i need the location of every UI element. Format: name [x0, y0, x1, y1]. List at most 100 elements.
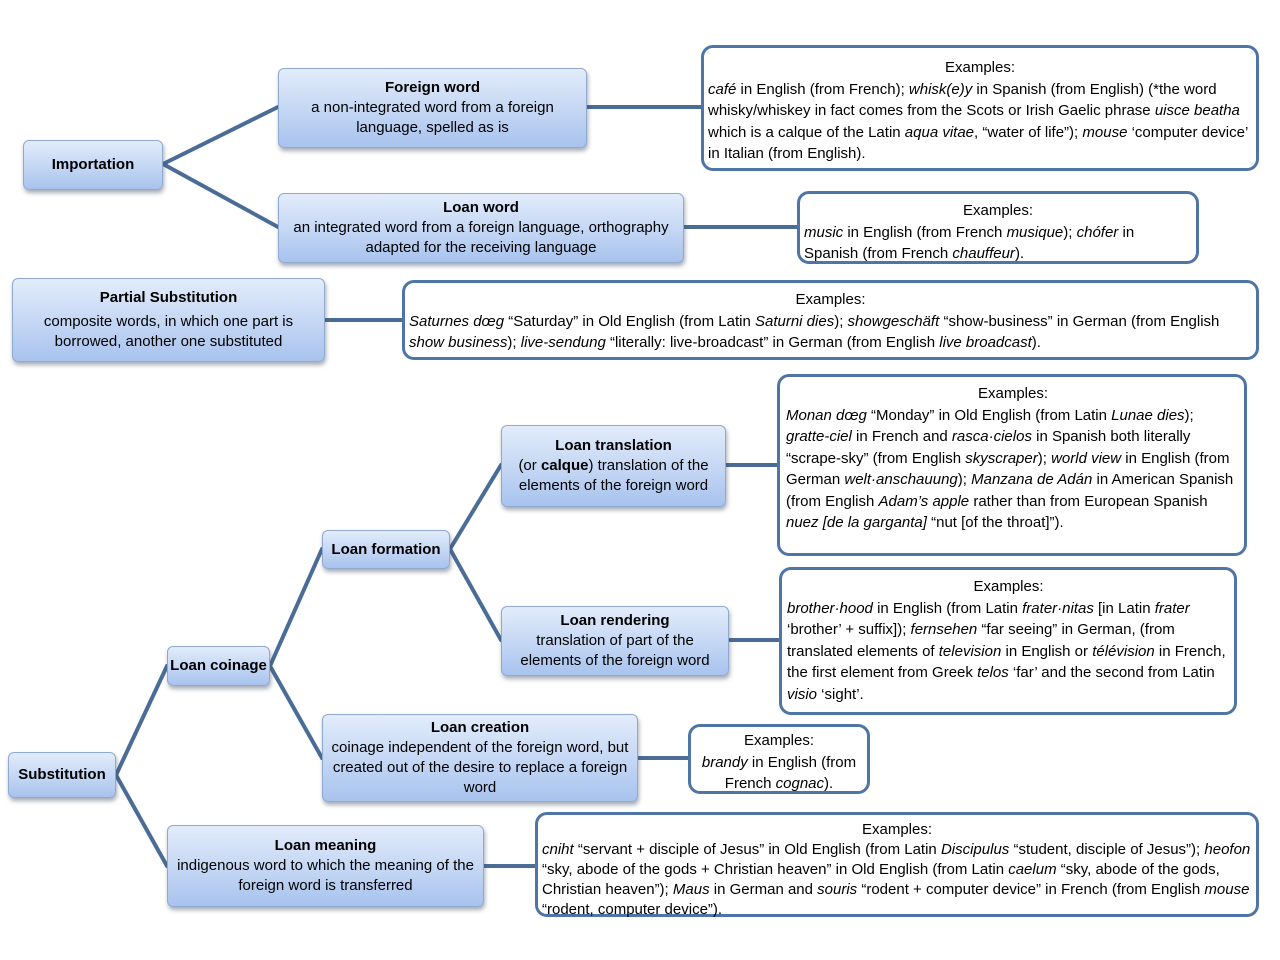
- node-loan-coinage: Loan coinage: [167, 646, 270, 686]
- examples-loan-translation: Examples: Monan dœg “Monday” in Old Engl…: [777, 374, 1247, 556]
- example-text: rather than from European Spanish: [969, 492, 1208, 510]
- node-loan-word: Loan word an integrated word from a fore…: [278, 193, 684, 263]
- example-text: in English (from Latin: [872, 599, 1023, 617]
- examples-text: café in English (from French); whisk(e)y…: [708, 79, 1252, 165]
- example-text: “sky, abode of the gods + Christian heav…: [542, 861, 1009, 878]
- node-loan-rendering-desc: translation of part of the elements of t…: [520, 632, 710, 669]
- node-loan-meaning-title: Loan meaning: [274, 837, 377, 854]
- example-term: caelum: [1008, 861, 1057, 878]
- example-text: );: [1037, 449, 1052, 467]
- node-foreign-word-title: Foreign word: [385, 79, 480, 96]
- node-partial-substitution-desc: composite words, in which one part is bo…: [43, 313, 294, 350]
- example-text: “show-business” in German (from English: [939, 312, 1220, 330]
- example-term: welt·anschauung: [844, 471, 958, 488]
- example-text: “literally: live-broadcast” in German (f…: [605, 334, 940, 351]
- examples-text: music in English (from French musique); …: [804, 222, 1192, 265]
- example-text: [in Latin: [1093, 599, 1155, 617]
- example-text: ‘far’ and the second from Latin: [1008, 664, 1215, 681]
- examples-foreign-word: Examples: café in English (from French);…: [701, 45, 1259, 171]
- example-text: ‘brother’ + suffix]);: [787, 621, 911, 638]
- examples-text: brother·hood in English (from Latin frat…: [787, 598, 1230, 706]
- example-term: musique: [1006, 223, 1064, 241]
- examples-loan-word: Examples: music in English (from French …: [797, 191, 1199, 264]
- examples-heading: Examples:: [973, 578, 1044, 595]
- example-term: world view: [1051, 449, 1122, 467]
- example-term: heofon: [1204, 841, 1251, 858]
- node-substitution-label: Substitution: [18, 766, 106, 783]
- example-text: “student, disciple of Jesus”);: [1009, 841, 1205, 858]
- examples-text: Saturnes dœg “Saturday” in Old English (…: [409, 311, 1252, 354]
- node-loan-meaning: Loan meaning indigenous word to which th…: [167, 825, 484, 907]
- examples-loan-rendering: Examples: brother·hood in English (from …: [779, 567, 1237, 715]
- example-text: “Monday” in Old English (from Latin: [866, 406, 1112, 424]
- example-term: souris: [817, 881, 858, 898]
- example-term: music: [804, 223, 844, 241]
- example-text: in English (from French);: [736, 80, 909, 98]
- examples-heading: Examples:: [743, 732, 815, 749]
- example-term: Discipulus: [940, 841, 1010, 858]
- examples-loan-meaning: Examples: cniht “servant + disciple of J…: [535, 812, 1259, 918]
- example-term: frater: [1154, 599, 1190, 617]
- example-term: brandy: [701, 753, 748, 771]
- node-foreign-word-desc: a non-integrated word from a foreign lan…: [311, 99, 554, 136]
- node-loan-word-title: Loan word: [443, 199, 519, 216]
- example-text: ).: [1014, 245, 1025, 262]
- example-text: ).: [824, 775, 834, 792]
- example-term: uisce beatha: [1154, 102, 1240, 119]
- connector-substitution-loan-coinage: [114, 664, 169, 777]
- example-term: cniht: [542, 841, 574, 858]
- connector-substitution-loan-meaning: [114, 773, 169, 868]
- example-term: visio: [787, 685, 818, 703]
- node-substitution: Substitution: [8, 752, 116, 798]
- example-term: Saturni dies: [754, 312, 835, 330]
- node-foreign-word: Foreign word a non-integrated word from …: [278, 68, 587, 148]
- example-term: fernsehen: [910, 621, 978, 638]
- examples-text: Monan dœg “Monday” in Old English (from …: [786, 405, 1240, 534]
- example-text: “rodent + computer device” in French (fr…: [857, 881, 1205, 898]
- examples-loan-creation: Examples: brandy in English (from French…: [688, 724, 870, 794]
- example-term: Lunae dies: [1111, 406, 1185, 424]
- examples-heading: Examples:: [944, 59, 1016, 76]
- example-term: chauffeur: [952, 245, 1015, 262]
- example-text: which is a calque of the Latin: [708, 123, 905, 141]
- example-term: mouse: [1204, 881, 1250, 898]
- node-loan-creation-title: Loan creation: [430, 719, 530, 736]
- node-loan-coinage-label: Loan coinage: [170, 657, 267, 674]
- example-text: );: [1184, 406, 1194, 424]
- node-loan-translation-desc: (or calque) translation of the elements …: [506, 456, 721, 496]
- calque-term: calque: [540, 457, 589, 474]
- examples-text: brandy in English (from French cognac).: [695, 752, 863, 795]
- example-term: Adam’s apple: [878, 492, 970, 510]
- example-text: );: [1063, 223, 1077, 241]
- example-text: “nut [of the throat]”).: [926, 514, 1064, 531]
- node-loan-rendering: Loan rendering translation of part of th…: [501, 606, 729, 676]
- example-term: skyscraper: [965, 449, 1038, 467]
- example-term: frater·nitas: [1022, 599, 1094, 617]
- example-term: télévision: [1092, 642, 1155, 660]
- node-loan-formation-label: Loan formation: [331, 540, 441, 558]
- node-loan-meaning-desc: indigenous word to which the meaning of …: [177, 857, 474, 894]
- node-loan-rendering-title: Loan rendering: [560, 612, 670, 629]
- example-term: brother·hood: [787, 599, 873, 617]
- example-term: telos: [977, 664, 1009, 681]
- example-term: rasca·cielos: [951, 428, 1032, 445]
- example-term: show business: [409, 334, 508, 351]
- node-importation: Importation: [23, 140, 163, 190]
- example-text: in English (from French: [843, 223, 1007, 241]
- example-term: café: [708, 80, 737, 98]
- node-partial-substitution-title: Partial Substitution: [99, 289, 238, 306]
- node-loan-translation-title: Loan translation: [555, 437, 672, 454]
- examples-heading: Examples:: [962, 202, 1034, 219]
- desc-part: (or: [518, 457, 541, 474]
- connector-loan-coinage-loan-formation: [268, 547, 324, 668]
- example-term: mouse: [1082, 123, 1128, 141]
- example-term: whisk(e)y: [908, 80, 973, 98]
- node-importation-label: Importation: [51, 156, 135, 173]
- example-text: “Saturday” in Old English (from Latin: [504, 312, 755, 330]
- example-term: cognac: [775, 775, 825, 792]
- connector-loan-formation-loan-translation: [448, 463, 503, 551]
- example-term: gratte-ciel: [786, 428, 852, 445]
- node-loan-word-desc: an integrated word from a foreign langua…: [293, 219, 669, 256]
- node-loan-creation: Loan creation coinage independent of the…: [322, 714, 638, 802]
- example-text: in German and: [709, 881, 818, 898]
